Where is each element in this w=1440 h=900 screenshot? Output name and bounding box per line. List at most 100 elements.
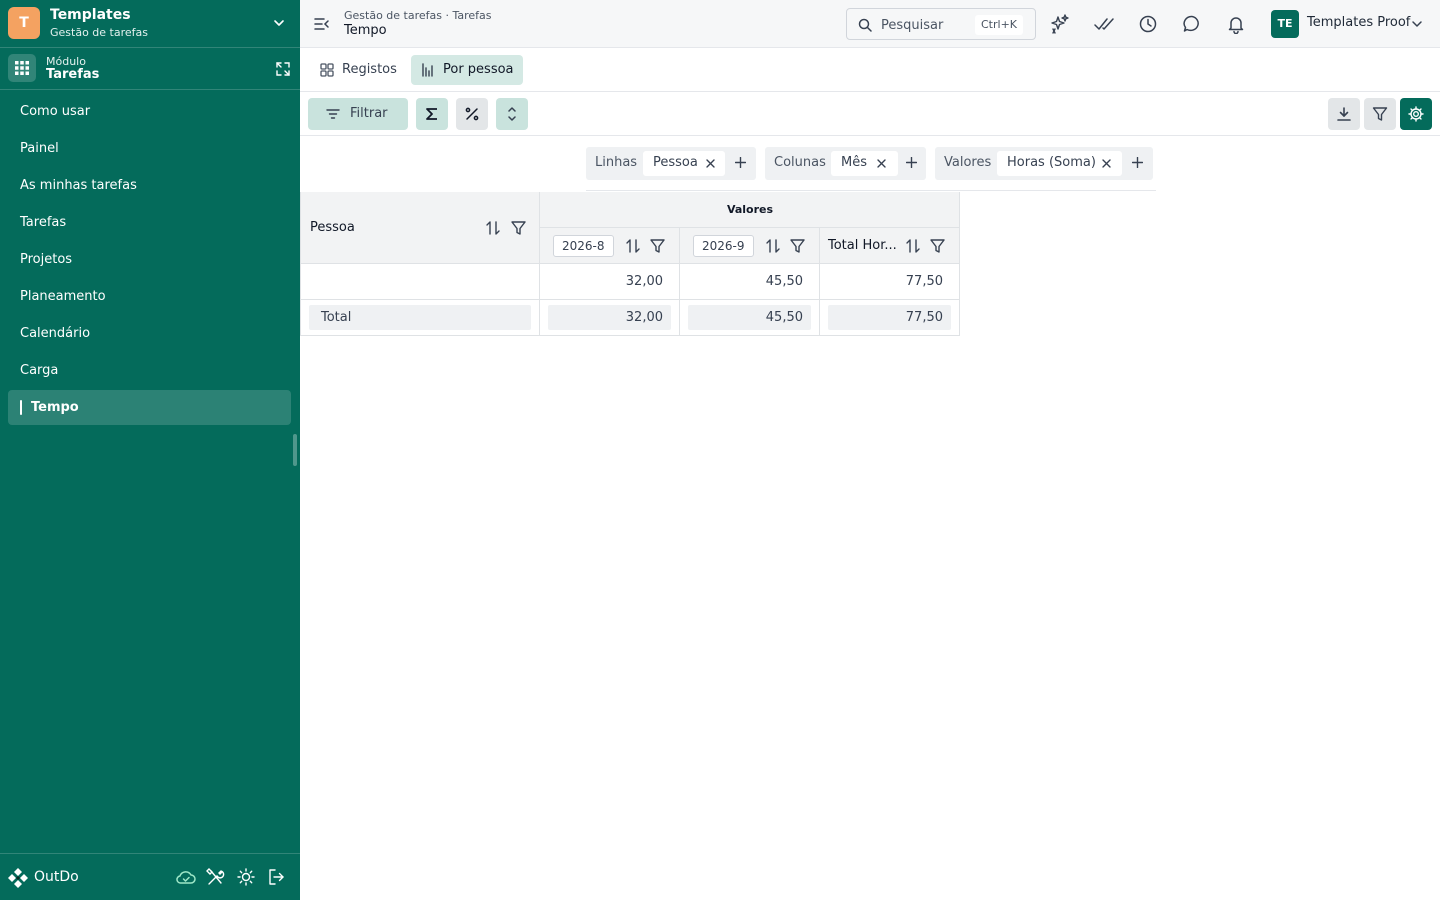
add-row-field-icon[interactable] bbox=[735, 157, 746, 168]
expand-icon[interactable] bbox=[276, 62, 290, 76]
total-cell[interactable]: 45,50 bbox=[680, 300, 820, 336]
cell-value: 45,50 bbox=[765, 274, 803, 289]
sidebar-item-carga[interactable]: Carga bbox=[8, 353, 291, 388]
tab-label: Registos bbox=[342, 62, 397, 77]
double-check-icon[interactable] bbox=[1094, 14, 1114, 34]
sidebar-item-tarefas[interactable]: Tarefas bbox=[8, 205, 291, 240]
total-value: 77,50 bbox=[905, 310, 943, 325]
sidebar-item-painel[interactable]: Painel bbox=[8, 131, 291, 166]
total-value: 45,50 bbox=[765, 310, 803, 325]
filter-icon[interactable] bbox=[650, 239, 665, 253]
sidebar-item-calendario[interactable]: Calendário bbox=[8, 316, 291, 351]
column-header-label: 2026-8 bbox=[553, 235, 614, 257]
rows-label: Linhas bbox=[595, 155, 638, 170]
pivot-config: Linhas Pessoa Colunas Mês Valores Horas … bbox=[586, 147, 1156, 191]
workspace-switcher[interactable]: T Templates Gestão de tarefas bbox=[0, 0, 300, 48]
table-cell[interactable]: 77,50 bbox=[820, 264, 960, 300]
total-cell[interactable]: 77,50 bbox=[820, 300, 960, 336]
values-group-header: Valores bbox=[540, 192, 960, 228]
tools-icon[interactable] bbox=[206, 868, 226, 886]
ai-sparkles-icon[interactable] bbox=[1050, 14, 1070, 34]
expand-collapse-button[interactable] bbox=[496, 98, 528, 130]
funnel-filter-button[interactable] bbox=[1364, 98, 1396, 130]
filter-icon[interactable] bbox=[930, 239, 945, 253]
toolbar: Filtrar bbox=[300, 92, 1440, 136]
sort-icon[interactable] bbox=[766, 238, 780, 254]
percent-icon bbox=[465, 107, 479, 121]
sidebar-item-planeamento[interactable]: Planeamento bbox=[8, 279, 291, 314]
close-icon[interactable] bbox=[1102, 159, 1111, 168]
sum-button[interactable] bbox=[416, 98, 448, 130]
sun-icon[interactable] bbox=[237, 868, 255, 886]
column-header: 2026-9 bbox=[680, 228, 820, 264]
sidebar-nav: Como usar Painel As minhas tarefas Taref… bbox=[8, 94, 291, 427]
sort-icon[interactable] bbox=[906, 238, 920, 254]
sidebar-item-tempo[interactable]: Tempo bbox=[8, 390, 291, 425]
sidebar: T Templates Gestão de tarefas Módulo Tar… bbox=[0, 0, 300, 900]
chevron-down-icon[interactable] bbox=[1411, 18, 1423, 30]
table-cell[interactable]: 32,00 bbox=[540, 264, 680, 300]
cell-value: 77,50 bbox=[905, 274, 943, 289]
close-icon[interactable] bbox=[877, 159, 886, 168]
filter-lines-icon bbox=[326, 109, 340, 119]
columns-field-chip[interactable]: Mês bbox=[831, 151, 898, 176]
workspace-subtitle: Gestão de tarefas bbox=[50, 26, 148, 39]
sort-icon[interactable] bbox=[626, 238, 640, 254]
column-header-label: 2026-9 bbox=[693, 235, 754, 257]
columns-config: Colunas Mês bbox=[765, 147, 926, 180]
sort-icon[interactable] bbox=[486, 220, 500, 236]
filter-icon[interactable] bbox=[790, 239, 805, 253]
chevron-down-icon[interactable] bbox=[272, 16, 286, 30]
values-field-chip[interactable]: Horas (Soma) bbox=[997, 151, 1122, 176]
gear-icon bbox=[1408, 106, 1424, 122]
add-value-field-icon[interactable] bbox=[1132, 157, 1143, 168]
filter-button[interactable]: Filtrar bbox=[308, 98, 408, 130]
breadcrumb[interactable]: Gestão de tarefas · Tarefas bbox=[344, 9, 492, 22]
chevrons-up-down-icon bbox=[508, 107, 516, 121]
rows-field-chip[interactable]: Pessoa bbox=[643, 151, 725, 176]
bell-icon[interactable] bbox=[1226, 14, 1246, 34]
user-name[interactable]: Templates Proof bbox=[1307, 15, 1410, 30]
tab-registos[interactable]: Registos bbox=[310, 55, 405, 85]
sidebar-item-as-minhas-tarefas[interactable]: As minhas tarefas bbox=[8, 168, 291, 203]
search-input[interactable] bbox=[881, 15, 971, 35]
clock-icon[interactable] bbox=[1138, 14, 1158, 34]
module-name: Tarefas bbox=[46, 67, 100, 82]
tab-label: Por pessoa bbox=[443, 62, 514, 77]
filter-icon[interactable] bbox=[511, 221, 526, 235]
cloud-sync-icon[interactable] bbox=[176, 868, 196, 886]
apps-grid-icon[interactable] bbox=[8, 54, 36, 82]
download-button[interactable] bbox=[1328, 98, 1360, 130]
tab-por-pessoa[interactable]: Por pessoa bbox=[411, 55, 523, 85]
chip-label: Horas (Soma) bbox=[1007, 155, 1096, 170]
download-icon bbox=[1337, 107, 1351, 121]
chat-bubble-icon[interactable] bbox=[1182, 14, 1202, 34]
search-icon bbox=[858, 18, 872, 32]
grid-icon bbox=[320, 63, 334, 77]
filter-label: Filtrar bbox=[350, 106, 388, 121]
workspace-title: Templates bbox=[50, 7, 131, 23]
topbar: Gestão de tarefas · Tarefas Tempo Ctrl+K bbox=[300, 0, 1440, 48]
logout-icon[interactable] bbox=[267, 868, 285, 886]
settings-button[interactable] bbox=[1400, 98, 1432, 130]
close-icon[interactable] bbox=[706, 159, 715, 168]
sigma-icon bbox=[426, 108, 437, 120]
sidebar-footer: OutDo bbox=[0, 853, 300, 900]
total-cell[interactable]: 32,00 bbox=[540, 300, 680, 336]
avatar[interactable]: TE bbox=[1271, 10, 1299, 38]
column-header: 2026-8 bbox=[540, 228, 680, 264]
sidebar-item-como-usar[interactable]: Como usar bbox=[8, 94, 291, 129]
search-box[interactable]: Ctrl+K bbox=[846, 8, 1036, 40]
sidebar-resize-handle[interactable] bbox=[293, 434, 297, 466]
sidebar-item-projetos[interactable]: Projetos bbox=[8, 242, 291, 277]
module-header: Módulo Tarefas bbox=[0, 48, 300, 90]
workspace-logo: T bbox=[8, 7, 40, 39]
percent-button[interactable] bbox=[456, 98, 488, 130]
funnel-icon bbox=[1372, 107, 1388, 121]
page-title: Tempo bbox=[344, 23, 387, 38]
chip-label: Mês bbox=[841, 155, 867, 170]
menu-collapse-icon[interactable] bbox=[314, 16, 330, 32]
add-column-field-icon[interactable] bbox=[906, 157, 917, 168]
brand-name: OutDo bbox=[34, 869, 79, 885]
table-cell[interactable]: 45,50 bbox=[680, 264, 820, 300]
